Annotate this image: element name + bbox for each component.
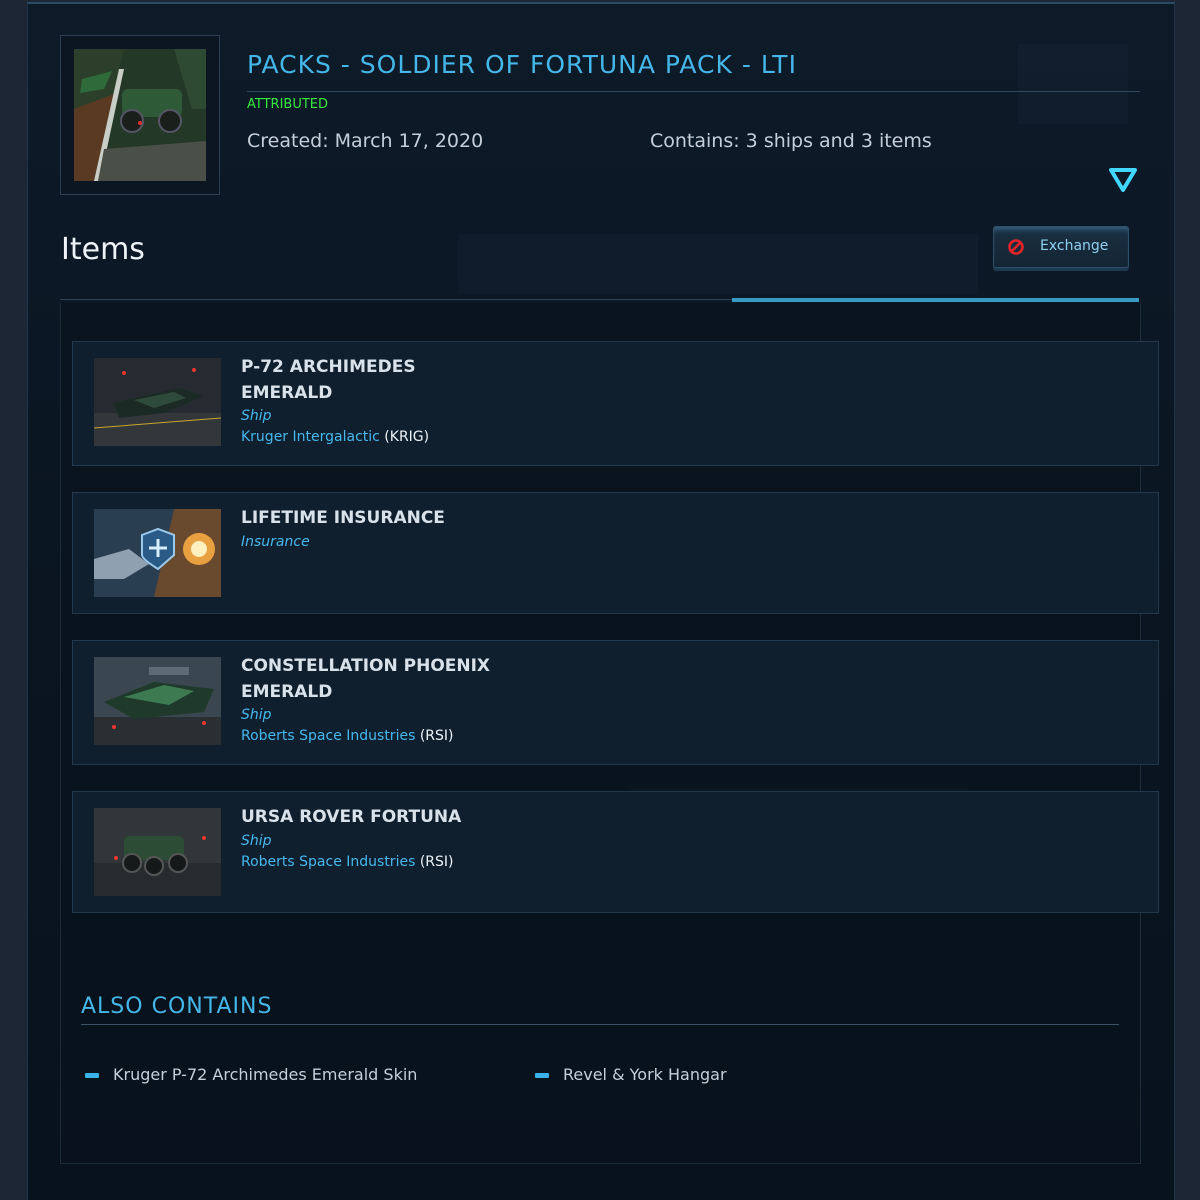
item-title: LIFETIME INSURANCE — [241, 508, 445, 528]
item-thumbnail — [94, 808, 221, 896]
item-type: Ship — [241, 833, 272, 849]
manufacturer-code: (RSI) — [419, 854, 454, 870]
also-contains-item: Revel & York Hangar — [535, 1065, 727, 1084]
expand-toggle-button[interactable] — [1108, 166, 1138, 194]
item-thumbnail — [94, 657, 221, 745]
item-thumbnail — [94, 509, 221, 597]
also-contains-item: Kruger P-72 Archimedes Emerald Skin — [85, 1065, 417, 1084]
item-card: LIFETIME INSURANCE Insurance — [72, 492, 1159, 614]
status-badge: ATTRIBUTED — [247, 97, 329, 112]
item-card: CONSTELLATION PHOENIX EMERALD Ship Rober… — [72, 640, 1159, 765]
exchange-label: Exchange — [1040, 238, 1109, 254]
item-manufacturer: Roberts Space Industries (RSI) — [241, 854, 454, 870]
created-date: Created: March 17, 2020 — [247, 130, 484, 152]
manufacturer-code: (RSI) — [419, 728, 454, 744]
items-heading: Items — [61, 232, 145, 267]
prohibited-icon — [1008, 239, 1024, 255]
active-tab-indicator — [732, 298, 1139, 302]
contents-summary: Contains: 3 ships and 3 items — [650, 130, 932, 152]
manufacturer-name: Roberts Space Industries — [241, 728, 416, 744]
bullet-dash-icon — [535, 1073, 549, 1078]
item-card: P-72 ARCHIMEDES EMERALD Ship Kruger Inte… — [72, 341, 1159, 466]
item-manufacturer: Roberts Space Industries (RSI) — [241, 728, 454, 744]
also-contains-divider — [81, 1024, 1119, 1025]
item-title: CONSTELLATION PHOENIX EMERALD — [241, 656, 491, 702]
exchange-button[interactable]: Exchange — [993, 226, 1129, 268]
manufacturer-name: Roberts Space Industries — [241, 854, 416, 870]
item-thumbnail — [94, 358, 221, 446]
pack-thumbnail-frame — [60, 35, 220, 195]
also-contains-label: Revel & York Hangar — [563, 1065, 727, 1084]
manufacturer-code: (KRIG) — [384, 429, 430, 445]
item-manufacturer: Kruger Intergalactic (KRIG) — [241, 429, 429, 445]
pack-thumbnail — [74, 49, 206, 181]
triangle-down-icon — [1109, 168, 1137, 192]
also-contains-heading: ALSO CONTAINS — [81, 994, 273, 1019]
bullet-dash-icon — [85, 1073, 99, 1078]
pack-title: PACKS - SOLDIER OF FORTUNA PACK - LTI — [247, 50, 797, 79]
item-title: P-72 ARCHIMEDES EMERALD — [241, 357, 416, 403]
item-type: Ship — [241, 707, 272, 723]
item-type: Ship — [241, 408, 272, 424]
item-title: URSA ROVER FORTUNA — [241, 807, 462, 827]
item-type: Insurance — [241, 534, 310, 550]
item-card: URSA ROVER FORTUNA Ship Roberts Space In… — [72, 791, 1159, 913]
also-contains-label: Kruger P-72 Archimedes Emerald Skin — [113, 1065, 418, 1084]
title-divider — [247, 91, 1140, 92]
manufacturer-name: Kruger Intergalactic — [241, 429, 380, 445]
